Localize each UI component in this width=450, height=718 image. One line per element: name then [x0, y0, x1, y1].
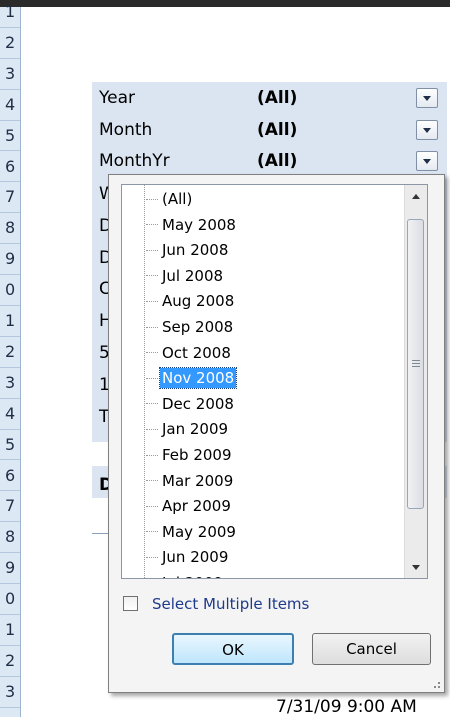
row-header-number[interactable]: 2: [0, 337, 20, 368]
tree-connector: [146, 403, 158, 405]
tree-connector: [146, 377, 158, 380]
tree-line: [144, 185, 145, 578]
filter-value: (All): [257, 88, 298, 108]
list-item-label: Jul 2008: [162, 266, 224, 285]
row-header-number[interactable]: 4: [0, 399, 20, 430]
list-item[interactable]: May 2008: [146, 213, 396, 239]
list-item[interactable]: Jul 2009: [146, 571, 396, 578]
vertical-scrollbar[interactable]: [404, 185, 427, 578]
item-list-box[interactable]: (All) May 2008 Jun 2008 Jul 2008 Aug 2008 Sep…: [121, 184, 428, 579]
list-item-label: Aug 2008: [162, 292, 235, 311]
filter-dropdown-popup: (All) May 2008 Jun 2008 Jul 2008 Aug 2008 Sep…: [108, 174, 445, 693]
list-item-label: Jun 2008: [162, 241, 229, 260]
tree-connector: [146, 249, 158, 252]
row-header-number[interactable]: 5: [0, 121, 20, 152]
list-item-label: Oct 2008: [162, 343, 231, 362]
grip-line: [412, 363, 420, 364]
list-item[interactable]: Jan 2009: [146, 417, 396, 443]
filter-dropdown-button[interactable]: [416, 151, 438, 171]
row-header-number[interactable]: 2: [0, 28, 20, 59]
row-header-number[interactable]: 2: [0, 646, 20, 677]
tree-connector: [146, 531, 158, 533]
row-header-number[interactable]: 0: [0, 584, 20, 615]
row-header-number[interactable]: 9: [0, 553, 20, 585]
tree-connector: [146, 505, 158, 508]
list-item-label: Jul 2009: [160, 573, 225, 578]
row-header-number[interactable]: 6: [0, 461, 20, 492]
list-item[interactable]: Apr 2009: [146, 494, 396, 520]
scroll-up-arrow-icon[interactable]: [405, 185, 426, 207]
list-item[interactable]: Jun 2008: [146, 238, 396, 264]
filter-value: (All): [257, 120, 298, 140]
scroll-down-arrow-icon[interactable]: [405, 556, 426, 578]
filter-dropdown-button[interactable]: [416, 88, 438, 108]
row-header-number[interactable]: 1: [0, 615, 20, 646]
tree-connector: [146, 428, 158, 431]
list-item[interactable]: Feb 2009: [146, 443, 396, 469]
list-item-label: Dec 2008: [162, 394, 234, 413]
list-item-label: Jun 2009: [162, 548, 229, 567]
list-item-label: Mar 2009: [162, 471, 234, 490]
list-item[interactable]: Dec 2008: [146, 392, 396, 418]
scroll-thumb[interactable]: [407, 219, 424, 509]
filter-value: (All): [257, 151, 298, 171]
row-header-number[interactable]: 7: [0, 491, 20, 523]
list-item[interactable]: Jul 2008: [146, 264, 396, 290]
select-multiple-checkbox[interactable]: [123, 596, 138, 611]
list-item-label: Sep 2008: [162, 318, 234, 336]
list-item-label: (All): [162, 190, 193, 208]
row-header-number[interactable]: 1: [0, 0, 20, 28]
resize-grip-icon[interactable]: [430, 678, 440, 688]
cancel-button[interactable]: Cancel: [312, 633, 431, 665]
select-multiple-label[interactable]: Select Multiple Items: [152, 594, 309, 614]
list-item[interactable]: Aug 2008: [146, 289, 396, 315]
list-item-label: Apr 2009: [162, 497, 231, 516]
tree-connector: [146, 326, 158, 329]
list-item[interactable]: Jun 2009: [146, 545, 396, 571]
filter-label: Month: [99, 120, 153, 140]
grip-line: [412, 360, 420, 361]
list-item[interactable]: Sep 2008: [146, 315, 396, 341]
row-header-number[interactable]: 8: [0, 213, 20, 245]
top-border: [0, 0, 450, 7]
tree-connector: [146, 480, 158, 482]
row-header-number[interactable]: 3: [0, 677, 20, 708]
row-header-number[interactable]: 6: [0, 152, 20, 183]
ok-button[interactable]: OK: [172, 633, 294, 665]
item-list: (All) May 2008 Jun 2008 Jul 2008 Aug 2008 Sep…: [122, 185, 407, 578]
row-header-number[interactable]: 4: [0, 90, 20, 121]
grip-line: [412, 366, 420, 367]
datetime-cell[interactable]: 7/31/09 9:00 AM: [276, 696, 417, 718]
tree-connector: [146, 275, 158, 277]
list-item-label: May 2008: [162, 215, 236, 234]
row-header-number[interactable]: 0: [0, 275, 20, 306]
list-item[interactable]: Nov 2008: [146, 366, 396, 392]
row-header-column: 12345678901234567890123: [0, 2, 21, 717]
row-header-number[interactable]: 9: [0, 244, 20, 276]
tree-connector: [146, 224, 158, 226]
row-header-number[interactable]: 3: [0, 59, 20, 90]
row-header-number[interactable]: 7: [0, 182, 20, 214]
filter-label: MonthYr: [99, 151, 170, 171]
tree-connector: [146, 352, 158, 354]
row-header-number[interactable]: 5: [0, 430, 20, 461]
list-item-label: May 2009: [162, 522, 236, 541]
list-item[interactable]: Mar 2009: [146, 469, 396, 495]
list-item[interactable]: Oct 2008: [146, 341, 396, 367]
tree-connector: [146, 556, 158, 559]
list-item-label: Jan 2009: [162, 420, 229, 439]
tree-connector: [146, 300, 158, 303]
filter-dropdown-button[interactable]: [416, 120, 438, 140]
list-item-label: Feb 2009: [162, 446, 232, 464]
row-header-number[interactable]: 3: [0, 368, 20, 399]
row-header-number[interactable]: 1: [0, 306, 20, 337]
tree-connector: [146, 454, 158, 457]
list-item[interactable]: (All): [146, 187, 396, 213]
row-header-number[interactable]: 8: [0, 522, 20, 554]
filter-label: Year: [99, 88, 135, 108]
list-item[interactable]: May 2009: [146, 520, 396, 546]
list-item-label: Nov 2008: [158, 367, 238, 390]
tree-connector: [146, 198, 158, 201]
